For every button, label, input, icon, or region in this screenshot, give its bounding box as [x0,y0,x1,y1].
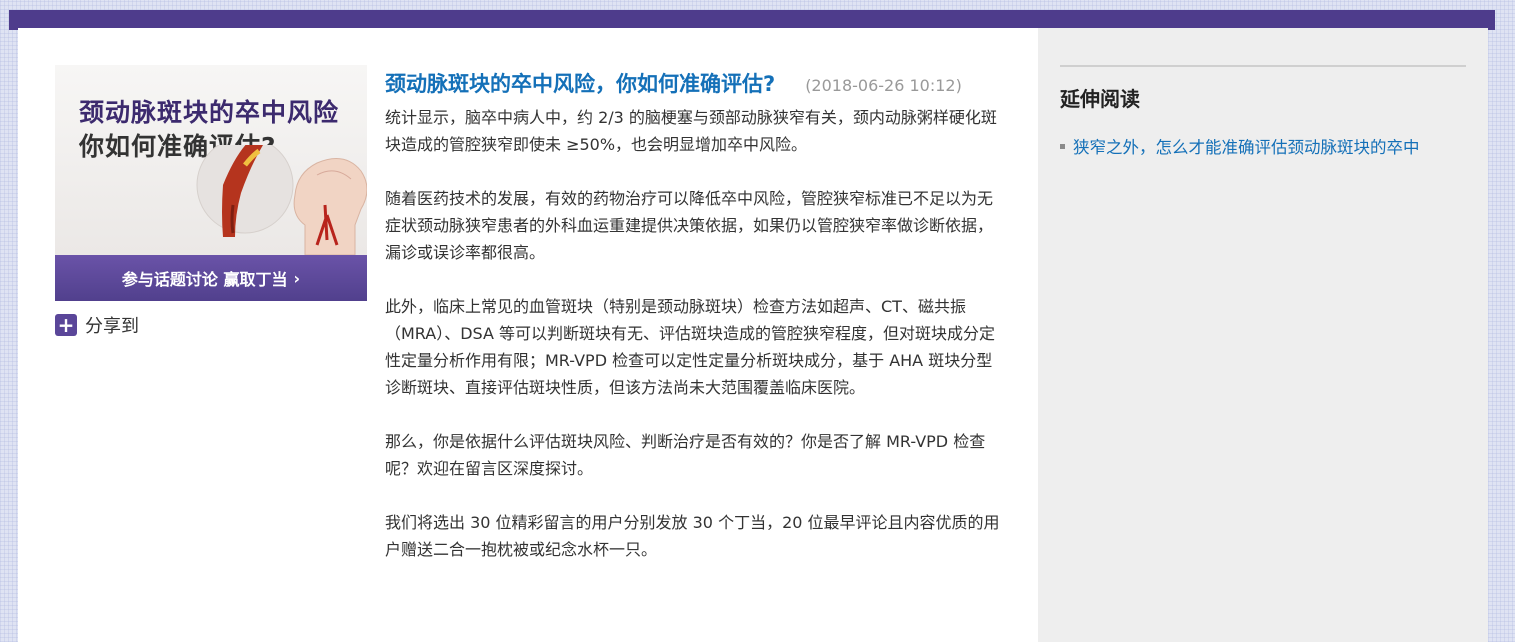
related-link[interactable]: 狭窄之外，怎么才能准确评估颈动脉斑块的卒中 [1060,134,1466,158]
chevron-right-icon: › [293,268,301,288]
related-link-label: 狭窄之外，怎么才能准确评估颈动脉斑块的卒中 [1073,138,1420,157]
bullet-icon [1060,143,1065,149]
article: 颈动脉斑块的卒中风险，你如何准确评估? (2018-06-26 10:12) 统计… [385,66,1005,590]
promo-banner[interactable]: 颈动脉斑块的卒中风险 你如何准确评估? 参与话题讨论 赢取丁当 › [55,65,367,301]
share-button[interactable]: + 分享到 [55,312,139,338]
article-body: 统计显示，脑卒中病人中，约 2/3 的脑梗塞与颈部动脉狭窄有关，颈内动脉粥样硬化… [385,104,1005,563]
promo-cta-label: 参与话题讨论 赢取丁当 [121,270,288,289]
content-page: 颈动脉斑块的卒中风险 你如何准确评估? 参与话题讨论 赢取丁当 › + 分享到 … [18,28,1488,642]
sidebar-heading: 延伸阅读 [1060,87,1140,111]
sidebar-divider [1060,65,1466,67]
artery-illustration [196,145,367,255]
article-paragraph: 我们将选出 30 位精彩留言的用户分别发放 30 个丁当，20 位最早评论且内容… [385,513,1000,559]
plus-icon: + [55,314,77,336]
article-paragraph: 那么，你是依据什么评估斑块风险、判断治疗是否有效的？你是否了解 MR-VPD 检… [385,432,986,478]
article-paragraph: 随着医药技术的发展，有效的药物治疗可以降低卒中风险，管腔狭窄标准已不足以为无症状… [385,189,994,262]
related-reading-sidebar: 延伸阅读 狭窄之外，怎么才能准确评估颈动脉斑块的卒中 [1060,65,1466,158]
article-paragraph: 统计显示，脑卒中病人中，约 2/3 的脑梗塞与颈部动脉狭窄有关，颈内动脉粥样硬化… [385,108,997,154]
top-banner-strip [9,10,1495,30]
article-paragraph: 此外，临床上常见的血管斑块（特别是颈动脉斑块）检查方法如超声、CT、磁共振（MR… [385,297,996,397]
promo-headline-line1: 颈动脉斑块的卒中风险 [79,98,340,127]
promo-cta-bar[interactable]: 参与话题讨论 赢取丁当 › [55,255,367,301]
article-timestamp: (2018-06-26 10:12) [805,76,962,95]
article-title[interactable]: 颈动脉斑块的卒中风险，你如何准确评估? [385,72,775,96]
article-header: 颈动脉斑块的卒中风险，你如何准确评估? (2018-06-26 10:12) [385,66,1005,104]
share-label: 分享到 [85,316,139,337]
